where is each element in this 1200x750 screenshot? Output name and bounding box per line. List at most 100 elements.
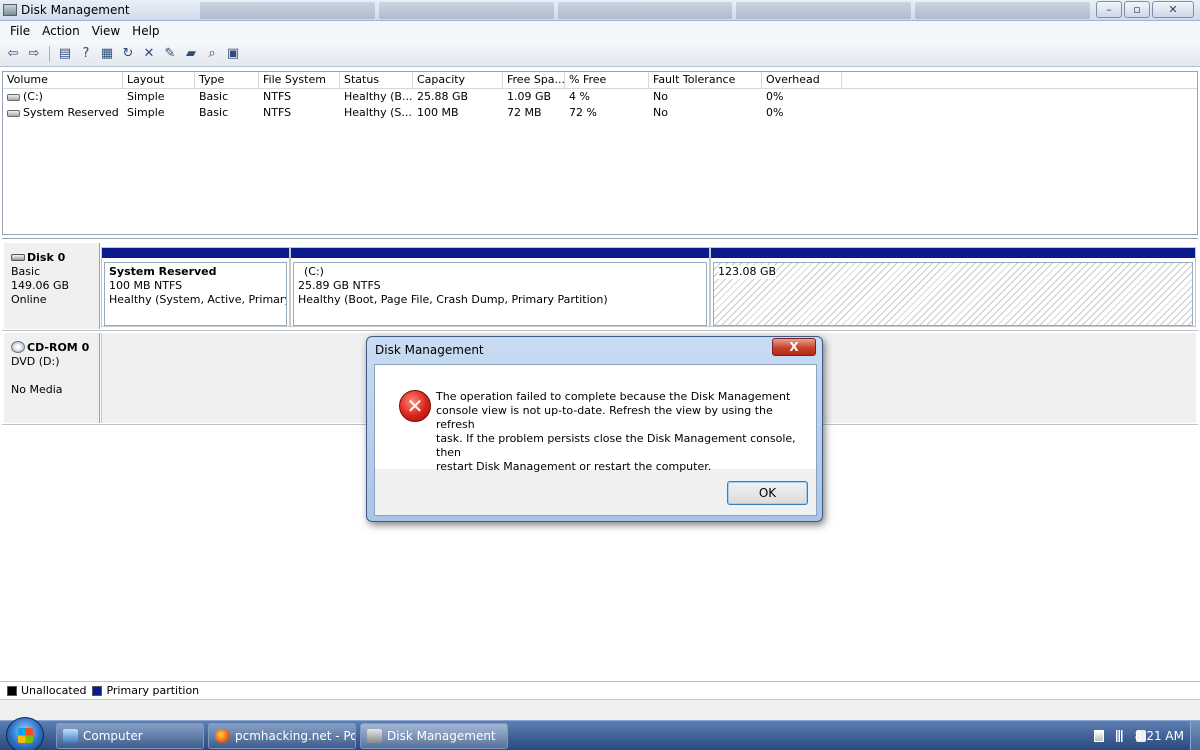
menu-view[interactable]: View [86,24,126,38]
cdrom-0-label[interactable]: CD-ROM 0 DVD (D:) No Media [4,333,100,423]
partition-title: (C:) [304,265,324,278]
task-label: Computer [83,729,143,743]
column-header[interactable]: Capacity [413,72,503,88]
column-header[interactable]: Layout [123,72,195,88]
cell: Simple [127,106,165,119]
disk-type: DVD (D:) [11,355,60,368]
dialog-close-button[interactable]: X [772,338,816,356]
menu-action[interactable]: Action [36,24,86,38]
taskbar-item-browser[interactable]: pcmhacking.net - Po... [208,723,356,749]
cell: Healthy (B... [344,90,413,103]
background-windows [200,2,1090,19]
table-row[interactable]: (C:) Simple Basic NTFS Healthy (B... 25.… [3,89,1197,105]
console-icon[interactable]: ▤ [56,45,74,63]
computer-icon [63,729,78,743]
column-header[interactable]: Free Spa... [503,72,565,88]
partition-c[interactable]: (C:) 25.89 GB NTFS Healthy (Boot, Page F… [290,247,710,327]
battery-icon[interactable] [1094,730,1104,742]
cell: Basic [199,90,229,103]
menu-file[interactable]: File [4,24,36,38]
cell: 72 % [569,106,597,119]
close-button[interactable]: ✕ [1152,1,1194,18]
legend-item: Primary partition [92,684,199,697]
search-icon[interactable]: ⌕ [203,45,221,63]
menu-help[interactable]: Help [126,24,165,38]
column-header[interactable]: Status [340,72,413,88]
back-icon[interactable]: ⇦ [4,45,22,63]
volume-list: Volume Layout Type File System Status Ca… [2,71,1198,235]
toolbar: ⇦ ⇨ ▤ ? ▦ ↻ ✕ ✎ ▰ ⌕ ▣ [0,41,1200,67]
column-header[interactable]: Overhead [762,72,842,88]
clock[interactable]: 8:21 AM [1135,729,1184,743]
disk-name: CD-ROM 0 [27,341,90,354]
partition-title: System Reserved [109,265,217,278]
taskbar: Computer pcmhacking.net - Po... Disk Man… [0,717,1200,750]
task-label: pcmhacking.net - Po... [235,729,356,743]
disk-0-label[interactable]: Disk 0 Basic 149.06 GB Online [4,243,100,329]
partition-status: Healthy (Boot, Page File, Crash Dump, Pr… [298,293,608,306]
taskbar-item-computer[interactable]: Computer [56,723,204,749]
column-header[interactable]: Volume [3,72,123,88]
cell: NTFS [263,106,292,119]
cell: No [653,90,668,103]
disk-name: Disk 0 [27,251,66,264]
properties-icon[interactable]: ▦ [98,45,116,63]
table-row[interactable]: System Reserved Simple Basic NTFS Health… [3,105,1197,121]
column-header[interactable]: File System [259,72,340,88]
cell: 0% [766,90,784,103]
partition-size: 100 MB NTFS [109,279,183,292]
hard-disk-icon [11,254,25,261]
primary-partition-bar [291,248,709,260]
legend-label: Unallocated [21,684,87,697]
dialog-message-area: ✕ The operation failed to complete becau… [375,365,816,473]
help-icon[interactable]: ? [77,45,95,63]
disk-state: Online [11,293,47,306]
toolbar-separator [49,45,50,62]
forward-icon[interactable]: ⇨ [25,45,43,63]
partition-size: 123.08 GB [718,265,777,279]
minimize-button[interactable]: – [1096,1,1122,18]
ok-button[interactable]: OK [727,481,808,505]
new-icon[interactable]: ✎ [161,45,179,63]
cell: Simple [127,90,165,103]
column-header[interactable]: % Free [565,72,649,88]
dialog-message: The operation failed to complete because… [436,390,796,473]
window-title: Disk Management [21,3,130,17]
disk-size: 149.06 GB [11,279,70,292]
legend-swatch-unallocated [7,685,17,696]
taskbar-item-disk-management[interactable]: Disk Management [360,723,508,749]
title-bar: Disk Management – ▫ ✕ [0,0,1200,21]
refresh-icon[interactable]: ↻ [119,45,137,63]
cell: Basic [199,106,229,119]
partition-system-reserved[interactable]: System Reserved 100 MB NTFS Healthy (Sys… [101,247,290,327]
export-icon[interactable]: ▣ [224,45,242,63]
cell: No [653,106,668,119]
show-desktop-button[interactable] [1190,721,1200,750]
partition-unallocated[interactable]: 123.08 GB [710,247,1196,327]
maximize-button[interactable]: ▫ [1124,1,1150,18]
cell: 25.88 GB [417,90,469,103]
divider [2,330,1198,331]
cd-rom-icon [11,341,25,353]
legend: Unallocated Primary partition [0,681,1200,699]
column-header[interactable]: Type [195,72,259,88]
firefox-icon [215,729,230,743]
cell: NTFS [263,90,292,103]
volume-list-header: Volume Layout Type File System Status Ca… [3,72,1197,89]
primary-partition-bar [711,248,1195,260]
start-button[interactable] [6,717,44,750]
legend-label: Primary partition [106,684,200,697]
open-icon[interactable]: ▰ [182,45,200,63]
error-icon: ✕ [399,390,431,422]
column-header[interactable]: Fault Tolerance [649,72,762,88]
delete-icon[interactable]: ✕ [140,45,158,63]
cell: 0% [766,106,784,119]
cell: 4 % [569,90,590,103]
system-tray: 8:21 AM [1040,721,1200,750]
drive-icon [7,110,20,117]
windows-logo-icon [18,728,33,743]
disk-state: No Media [11,383,63,396]
partition-status: Healthy (System, Active, Primary Pa [109,293,287,306]
cell: Healthy (S... [344,106,412,119]
signal-icon[interactable] [1114,730,1124,742]
